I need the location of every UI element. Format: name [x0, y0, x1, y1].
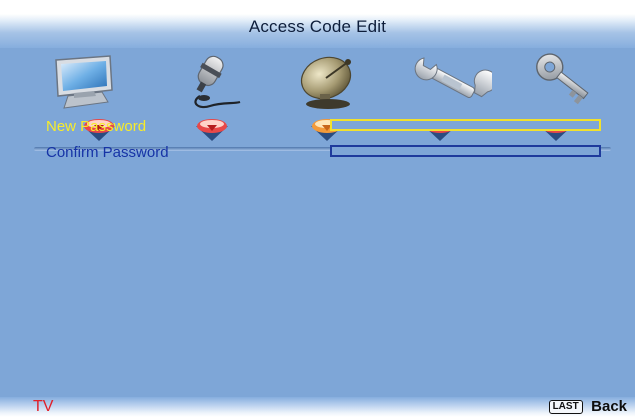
confirm-password-input[interactable]	[330, 145, 601, 157]
back-label: Back	[591, 398, 627, 416]
confirm-password-row[interactable]: Confirm Password	[46, 143, 616, 167]
page-title: Access Code Edit	[248, 17, 387, 36]
last-key-badge: LAST	[548, 399, 583, 414]
audio-microphone-icon[interactable]	[170, 52, 250, 112]
osd-screen: Access Code Edit New Password Confirm Pa…	[0, 0, 635, 417]
new-password-input[interactable]	[330, 119, 601, 131]
back-button[interactable]: LAST Back	[548, 398, 627, 416]
picture-monitor-icon[interactable]	[44, 52, 124, 112]
setup-wrench-icon[interactable]	[412, 52, 492, 112]
lock-key-icon[interactable]	[522, 52, 602, 112]
title-bar: Access Code Edit	[0, 14, 635, 48]
menu-panel	[0, 48, 635, 397]
new-password-label: New Password	[46, 118, 147, 135]
confirm-password-label: Confirm Password	[46, 144, 169, 161]
status-bar: TV LAST Back	[0, 397, 635, 417]
input-source-label: TV	[33, 398, 54, 415]
channel-satellite-dish-icon[interactable]	[290, 52, 370, 112]
new-password-row[interactable]: New Password	[46, 117, 616, 141]
